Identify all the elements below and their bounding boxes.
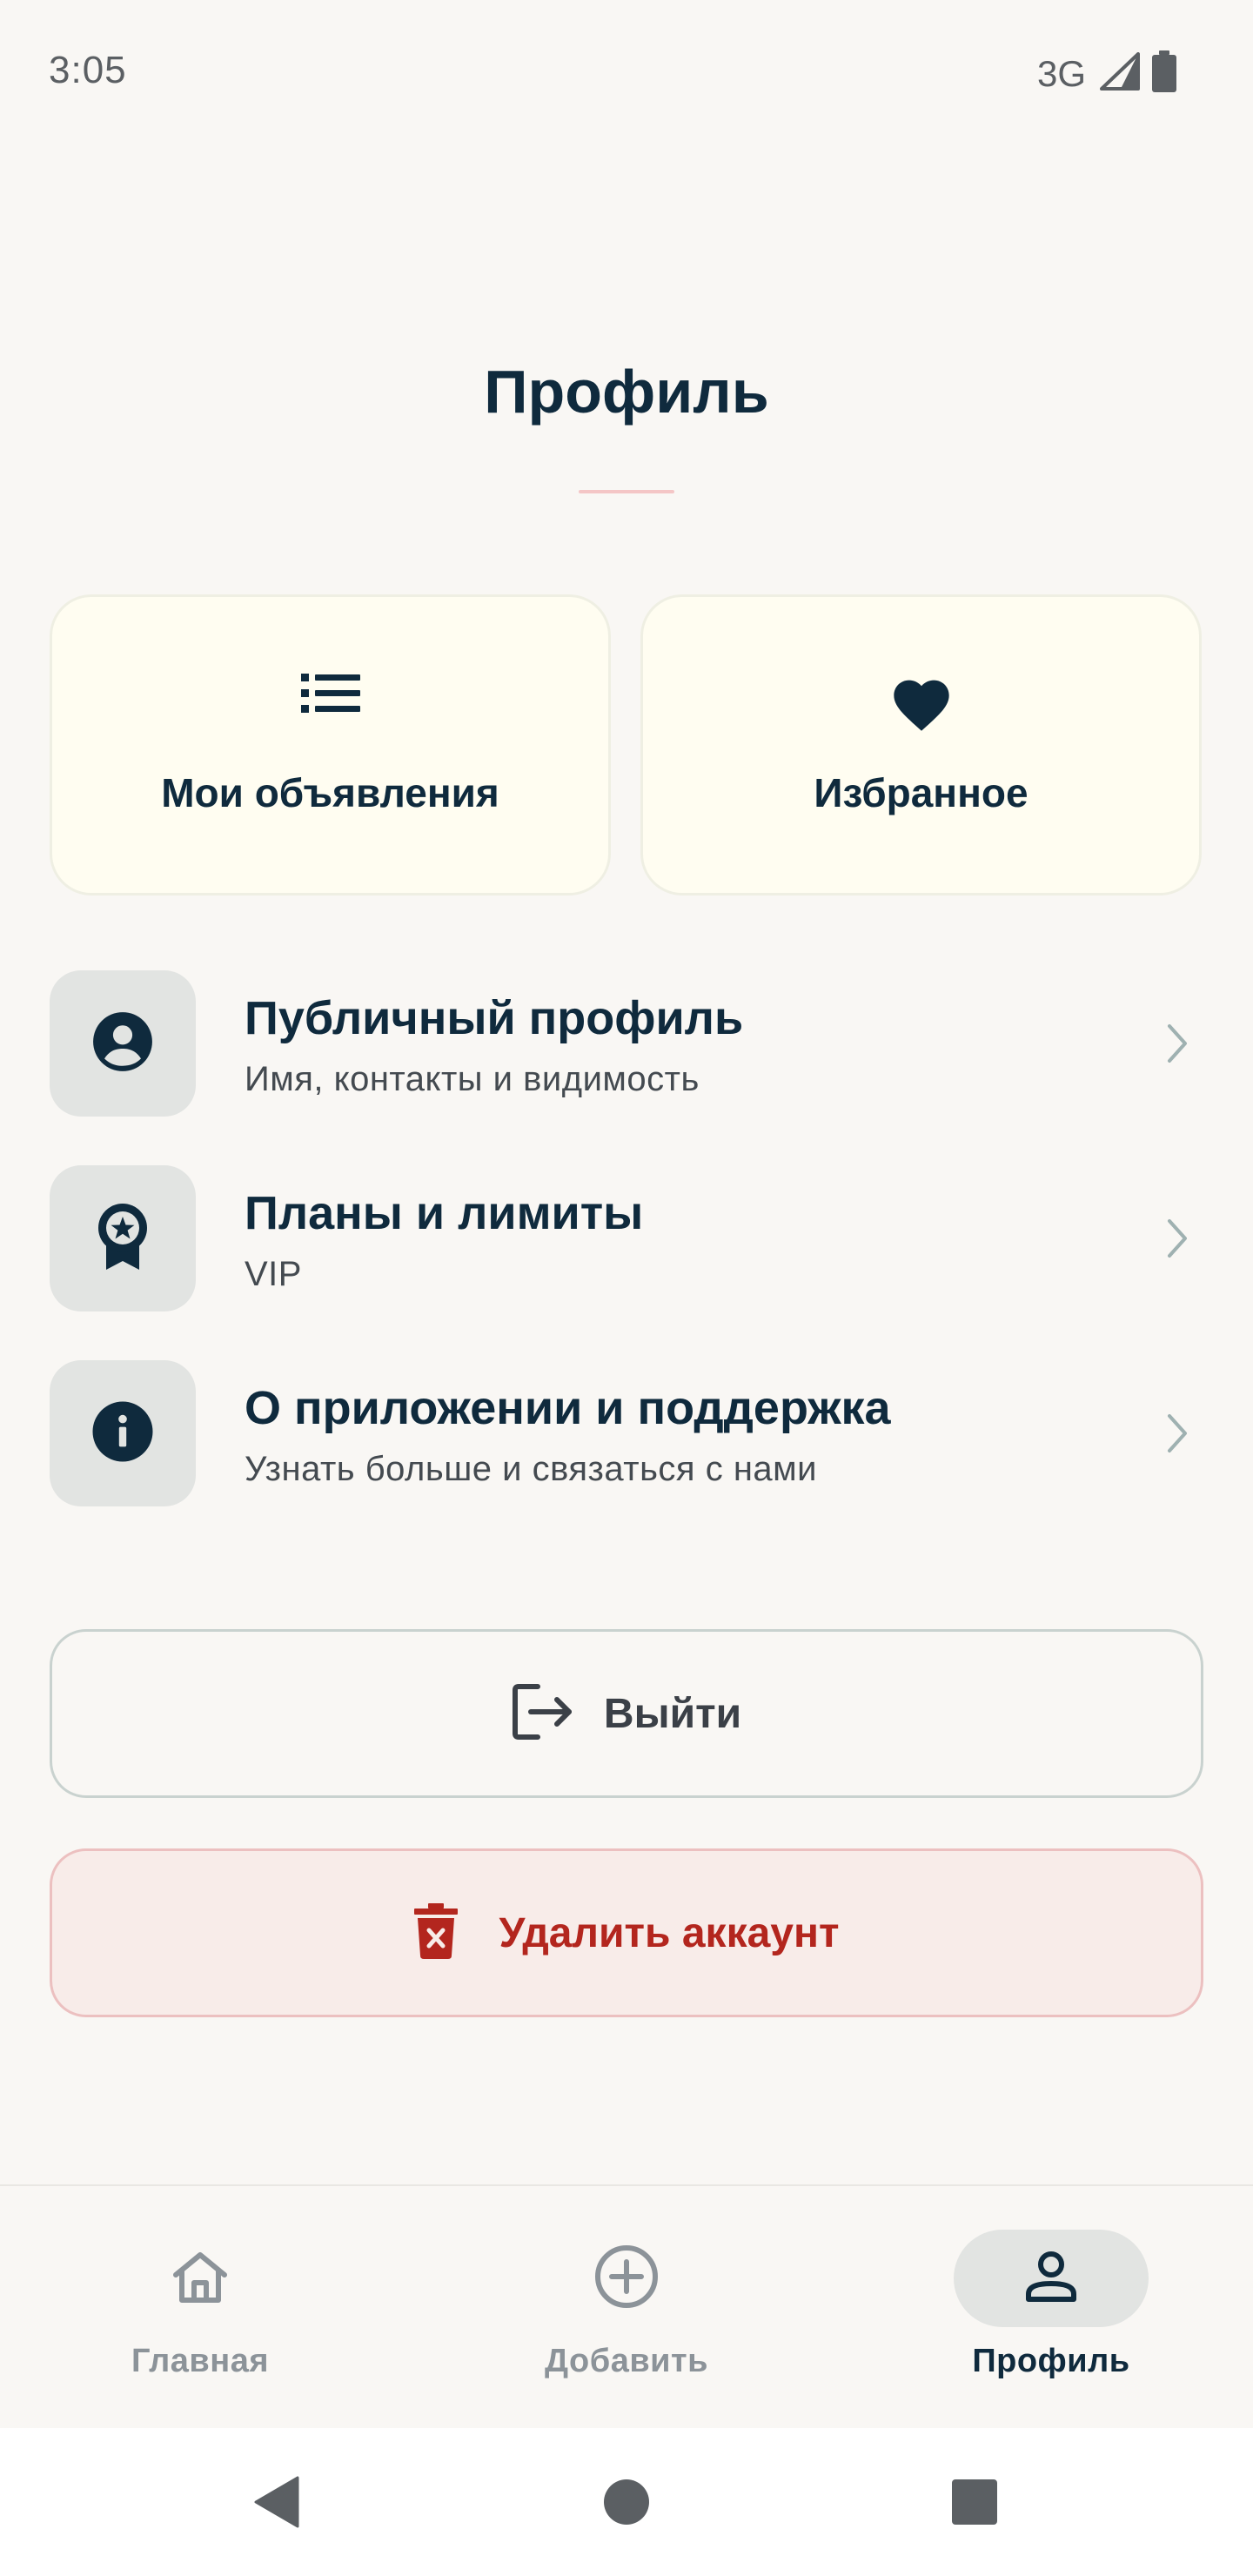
chevron-right-icon: [1151, 1017, 1203, 1070]
favorites-card[interactable]: Избранное: [640, 594, 1202, 896]
nav-label: Профиль: [972, 2343, 1130, 2379]
person-icon: [1023, 2249, 1079, 2309]
menu-item-title: Публичный профиль: [245, 992, 744, 1044]
battery-icon: [1152, 50, 1176, 97]
status-bar: 3:05 3G: [0, 0, 1253, 148]
menu-item-plans-limits[interactable]: Планы и лимиты VIP: [50, 1165, 1203, 1313]
list-icon: [52, 672, 608, 715]
nav-profile[interactable]: Профиль: [912, 2186, 1190, 2430]
row-icon-container: [50, 1165, 196, 1311]
menu-item-subtitle: VIP: [245, 1255, 302, 1293]
status-time: 3:05: [49, 49, 127, 91]
delete-account-button[interactable]: Удалить аккаунт: [50, 1848, 1203, 2017]
home-circle-icon[interactable]: [592, 2467, 661, 2537]
menu-item-title: Планы и лимиты: [245, 1187, 644, 1239]
recents-icon[interactable]: [940, 2467, 1009, 2537]
nav-icon-container: [529, 2230, 724, 2327]
nav-label: Добавить: [544, 2343, 709, 2379]
row-icon-container: [50, 1360, 196, 1506]
bottom-navigation: Главная Добавить Профиль: [0, 2184, 1253, 2430]
trash-icon: [413, 1902, 458, 1963]
add-circle-icon: [594, 2244, 659, 2313]
nav-home[interactable]: Главная: [61, 2186, 339, 2430]
menu-item-subtitle: Узнать больше и связаться с нами: [245, 1450, 817, 1488]
chevron-right-icon: [1151, 1407, 1203, 1459]
network-type: 3G: [1036, 52, 1086, 94]
award-badge-icon: [94, 1202, 151, 1276]
logout-label: Выйти: [603, 1690, 742, 1737]
favorites-label: Избранное: [814, 770, 1029, 815]
menu-item-title: О приложении и поддержка: [245, 1382, 891, 1434]
nav-label: Главная: [131, 2343, 270, 2379]
info-icon: [91, 1400, 154, 1467]
back-icon[interactable]: [242, 2467, 312, 2537]
my-listings-label: Мои объявления: [161, 770, 499, 815]
logout-icon: [512, 1683, 574, 1745]
status-indicators: 3G: [1037, 50, 1176, 97]
home-icon: [171, 2251, 230, 2307]
account-circle-icon: [90, 1010, 155, 1078]
heart-icon: [643, 672, 1199, 733]
menu-item-public-profile[interactable]: Публичный профиль Имя, контакты и видимо…: [50, 970, 1203, 1118]
menu-item-subtitle: Имя, контакты и видимость: [245, 1060, 700, 1098]
delete-account-label: Удалить аккаунт: [499, 1909, 840, 1956]
chevron-right-icon: [1151, 1212, 1203, 1265]
row-icon-container: [50, 970, 196, 1117]
nav-icon-container: [954, 2230, 1149, 2327]
system-navigation-bar: [0, 2428, 1253, 2576]
title-divider: [579, 490, 674, 493]
nav-icon-container: [103, 2230, 298, 2327]
my-listings-card[interactable]: Мои объявления: [50, 594, 611, 896]
nav-add[interactable]: Добавить: [487, 2186, 766, 2430]
page-title: Профиль: [484, 358, 769, 426]
signal-icon: [1098, 52, 1140, 95]
logout-button[interactable]: Выйти: [50, 1629, 1203, 1798]
menu-item-about-support[interactable]: О приложении и поддержка Узнать больше и…: [50, 1360, 1203, 1508]
